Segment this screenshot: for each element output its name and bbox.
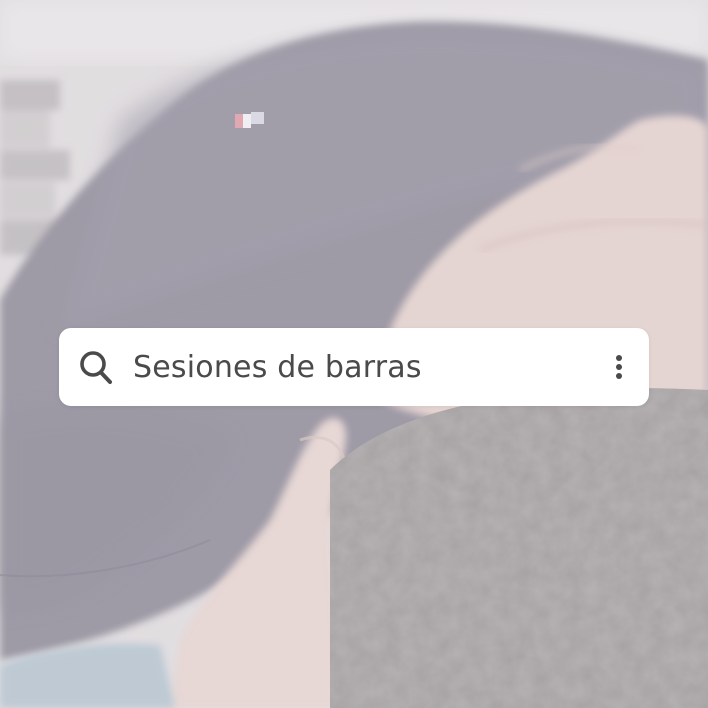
more-vertical-icon[interactable] <box>609 353 629 383</box>
post-canvas: Sesiones de barras <box>0 0 708 708</box>
search-icon <box>80 351 112 384</box>
search-query[interactable]: Sesiones de barras <box>133 348 422 388</box>
